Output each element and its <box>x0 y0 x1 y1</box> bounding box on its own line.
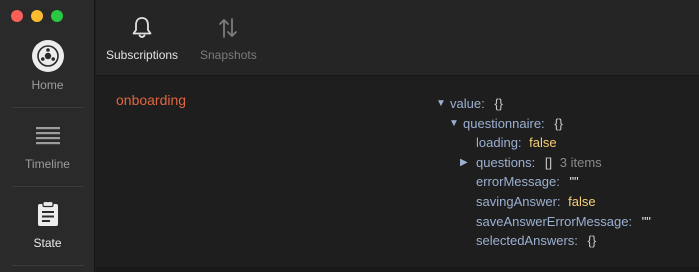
tab-subscriptions[interactable]: Subscriptions <box>106 16 178 62</box>
minimize-window-button[interactable] <box>31 10 43 22</box>
clipboard-icon <box>37 198 59 230</box>
sidebar-item-label: State <box>33 236 62 250</box>
subscriptions-panel: onboarding ▼ value: {} ▼ questionnaire: … <box>96 77 699 267</box>
expand-triangle-icon[interactable]: ▼ <box>436 94 446 114</box>
tab-snapshots[interactable]: Snapshots <box>200 16 257 62</box>
tree-row-errormessage: errorMessage: "" <box>476 174 579 190</box>
tree-row-value[interactable]: ▼ value: {} <box>434 94 651 114</box>
list-icon <box>35 119 60 151</box>
tree-row-questionnaire[interactable]: ▼ questionnaire: {} <box>434 114 651 134</box>
sidebar: Home Timeline State <box>0 0 95 272</box>
tree-row-loading: loading: false <box>476 135 557 151</box>
tree-row-selectedanswers: selectedAnswers: {} <box>476 233 597 249</box>
tree-row-questions[interactable]: ▶ questions: [] 3 items <box>434 153 651 173</box>
close-window-button[interactable] <box>11 10 23 22</box>
tab-subscriptions-label: Subscriptions <box>106 48 179 62</box>
swap-arrows-icon <box>219 18 238 38</box>
subscription-path[interactable]: onboarding <box>116 92 186 108</box>
expand-triangle-icon[interactable]: ▶ <box>460 153 470 173</box>
zoom-window-button[interactable] <box>51 10 63 22</box>
sidebar-item-timeline[interactable]: Timeline <box>8 111 87 189</box>
sidebar-item-label: Home <box>31 78 64 92</box>
expand-triangle-icon[interactable]: ▼ <box>449 114 459 134</box>
sidebar-divider <box>12 265 84 266</box>
reactotron-logo-icon <box>31 40 64 72</box>
tree-row-saveanswererrormessage: saveAnswerErrorMessage: "" <box>476 213 651 229</box>
bottom-border <box>96 267 699 272</box>
sidebar-divider <box>12 186 84 187</box>
state-tree: ▼ value: {} ▼ questionnaire: {} loading:… <box>434 94 651 251</box>
state-toolbar: Subscriptions Snapshots <box>96 0 699 76</box>
window-controls <box>11 10 63 22</box>
sidebar-item-label: Timeline <box>25 157 70 171</box>
bell-icon <box>132 17 152 38</box>
sidebar-item-state[interactable]: State <box>8 190 87 268</box>
tree-row-savinganswer: savingAnswer: false <box>476 193 596 209</box>
tab-snapshots-label: Snapshots <box>200 48 257 62</box>
sidebar-divider <box>12 107 84 108</box>
sidebar-item-home[interactable]: Home <box>8 32 87 110</box>
